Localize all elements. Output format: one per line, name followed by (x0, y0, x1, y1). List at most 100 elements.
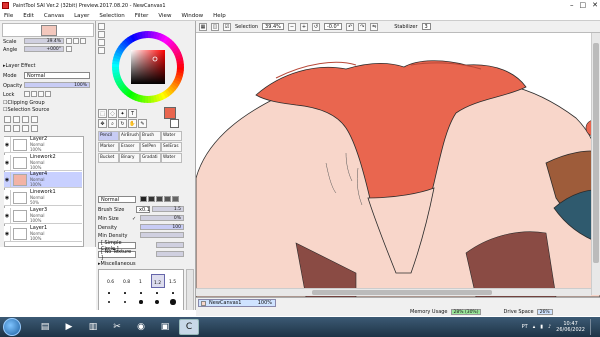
brush-tool-water[interactable]: Water (161, 153, 182, 163)
menu-help[interactable]: Help (213, 13, 226, 19)
brush-tool-seleras[interactable]: SelEras (161, 142, 182, 152)
clock[interactable]: 10:47 26/06/2022 (556, 321, 585, 333)
horizontal-scrollbar[interactable] (196, 288, 591, 296)
brush-shape-icon[interactable] (140, 196, 147, 202)
layer-item[interactable]: ◉ Layer3 Normal 100% (4, 207, 82, 224)
brush-tool-binary[interactable]: Binary (119, 153, 140, 163)
layer-item-selected[interactable]: ◉ Layer4 Normal 100% (4, 171, 82, 188)
brush-size-dot[interactable] (123, 300, 127, 304)
brush-tool-gradati[interactable]: Gradati (140, 153, 161, 163)
preset-size-selected[interactable]: 1.2 (151, 274, 165, 288)
density-slider[interactable]: 100 (140, 224, 184, 230)
brush-shape-icon[interactable] (172, 196, 179, 202)
menu-window[interactable]: Window (181, 13, 203, 19)
vertical-scrollbar[interactable] (591, 33, 600, 295)
new-layer-icon[interactable] (4, 116, 11, 123)
rotate-right-icon[interactable]: ↷ (358, 22, 367, 31)
brush-tool-bucket[interactable]: Bucket (98, 153, 119, 163)
rgb-slider-icon[interactable] (98, 31, 105, 38)
brush-tool-marker[interactable]: Marker (98, 142, 119, 152)
eye-icon[interactable]: ◉ (4, 225, 11, 242)
eye-icon[interactable]: ◉ (4, 154, 11, 171)
show-selection-icon[interactable]: ☑ (223, 22, 231, 31)
new-mask-icon[interactable] (31, 116, 38, 123)
canvas-tab[interactable]: NewCanvas1 100% (198, 299, 276, 307)
lasso-tool-icon[interactable]: ◌ (108, 109, 117, 118)
menu-selection[interactable]: Selection (99, 13, 124, 19)
brush-tool-airbrush[interactable]: AirBrush (119, 131, 140, 141)
tray-arrow-icon[interactable]: ▴ (533, 324, 536, 330)
eye-icon[interactable]: ◉ (4, 207, 11, 224)
brush-shape-icon[interactable] (148, 196, 155, 202)
angle-slider[interactable]: +000° (24, 46, 64, 52)
language-indicator[interactable]: PT (522, 324, 528, 330)
clipping-group-checkbox[interactable]: ☐ Clipping Group (3, 100, 45, 106)
layer-item[interactable]: ◉ Linework1 Normal 50% (4, 189, 82, 206)
preset-size[interactable]: 0.8 (123, 280, 130, 285)
min-size-check-icon[interactable]: ✓ (132, 216, 136, 222)
brush-size-dot[interactable] (172, 292, 174, 294)
brush-size-dot[interactable] (107, 300, 111, 304)
eye-icon[interactable]: ◉ (4, 136, 11, 153)
nav-rotate-icon[interactable] (80, 38, 86, 44)
scale-slider[interactable]: 39.4% (24, 38, 64, 44)
presets-scrollbar[interactable] (186, 269, 194, 310)
rotate-tool-icon[interactable]: ↻ (118, 119, 127, 128)
menu-edit[interactable]: Edit (23, 13, 34, 19)
color-wheel[interactable] (110, 29, 186, 105)
zoom-field[interactable]: 39.4% (262, 23, 284, 30)
brush-tool-pencil[interactable]: Pencil (98, 131, 119, 141)
explorer-icon[interactable]: ▤ (35, 319, 55, 335)
drawing-canvas[interactable] (196, 33, 600, 297)
preset-size[interactable]: 1.5 (169, 280, 176, 285)
move-tool-icon[interactable]: ✥ (98, 119, 107, 128)
chrome-icon[interactable]: ◉ (131, 319, 151, 335)
mode-select[interactable]: Normal (24, 72, 90, 79)
brush-size-dot[interactable] (124, 292, 126, 294)
layer-item[interactable]: ◉ Linework2 Normal 100% (4, 154, 82, 171)
start-button[interactable] (3, 318, 21, 336)
main-color-swatch[interactable] (164, 107, 176, 119)
zoom-tool-icon[interactable]: ⌕ (108, 119, 117, 128)
volume-icon[interactable]: ♪ (548, 324, 551, 330)
lock-transparency-icon[interactable] (24, 91, 30, 97)
layer-item[interactable]: ◉ Layer2 Normal 100% (4, 136, 82, 153)
brush-shape-icon[interactable] (164, 196, 171, 202)
menu-layer[interactable]: Layer (74, 13, 89, 19)
transfer-down-icon[interactable] (4, 125, 11, 132)
minimize-button[interactable]: – (570, 1, 574, 9)
brush-shape-icon[interactable] (156, 196, 163, 202)
opacity-slider[interactable]: 100% (24, 82, 90, 88)
rotate-left-icon[interactable]: ↶ (346, 22, 355, 31)
brush-size-dot[interactable] (140, 292, 142, 294)
color-wheel-icon[interactable] (98, 23, 105, 30)
secondary-color-swatch[interactable] (170, 119, 179, 128)
close-button[interactable]: ✕ (592, 1, 598, 9)
brush-size-multiplier[interactable]: x0.1 (136, 206, 150, 213)
brush-size-dot[interactable] (170, 299, 176, 305)
lock-all-icon[interactable] (45, 91, 51, 97)
min-size-slider[interactable]: 0% (140, 215, 184, 221)
preset-size[interactable]: 1 (139, 280, 142, 285)
menu-canvas[interactable]: Canvas (44, 13, 64, 19)
blend-mode-select[interactable]: Normal (98, 196, 136, 203)
brush-texture-strength[interactable] (156, 251, 184, 257)
menu-filter[interactable]: Filter (135, 13, 149, 19)
hand-tool-icon[interactable]: ✋ (128, 119, 137, 128)
preset-size[interactable]: 0.6 (107, 280, 114, 285)
brush-size-dot[interactable] (108, 292, 110, 294)
menu-file[interactable]: File (4, 13, 13, 19)
angle-field[interactable]: -0.0° (323, 23, 343, 30)
navigator-preview[interactable] (2, 23, 94, 37)
invert-icon[interactable]: ◫ (211, 22, 219, 31)
vertical-scroll-thumb[interactable] (593, 43, 599, 263)
layer-item[interactable]: ◉ Layer1 Normal 100% (4, 225, 82, 242)
show-desktop-button[interactable] (590, 319, 596, 335)
eyedropper-tool-icon[interactable]: ✎ (138, 119, 147, 128)
lock-move-icon[interactable] (38, 91, 44, 97)
clear-layer-icon[interactable] (22, 125, 29, 132)
stabilizer-field[interactable]: 3 (421, 23, 431, 30)
min-density-slider[interactable] (140, 232, 184, 238)
eye-icon[interactable]: ◉ (4, 171, 11, 188)
brush-tool-water[interactable]: Water (161, 131, 182, 141)
